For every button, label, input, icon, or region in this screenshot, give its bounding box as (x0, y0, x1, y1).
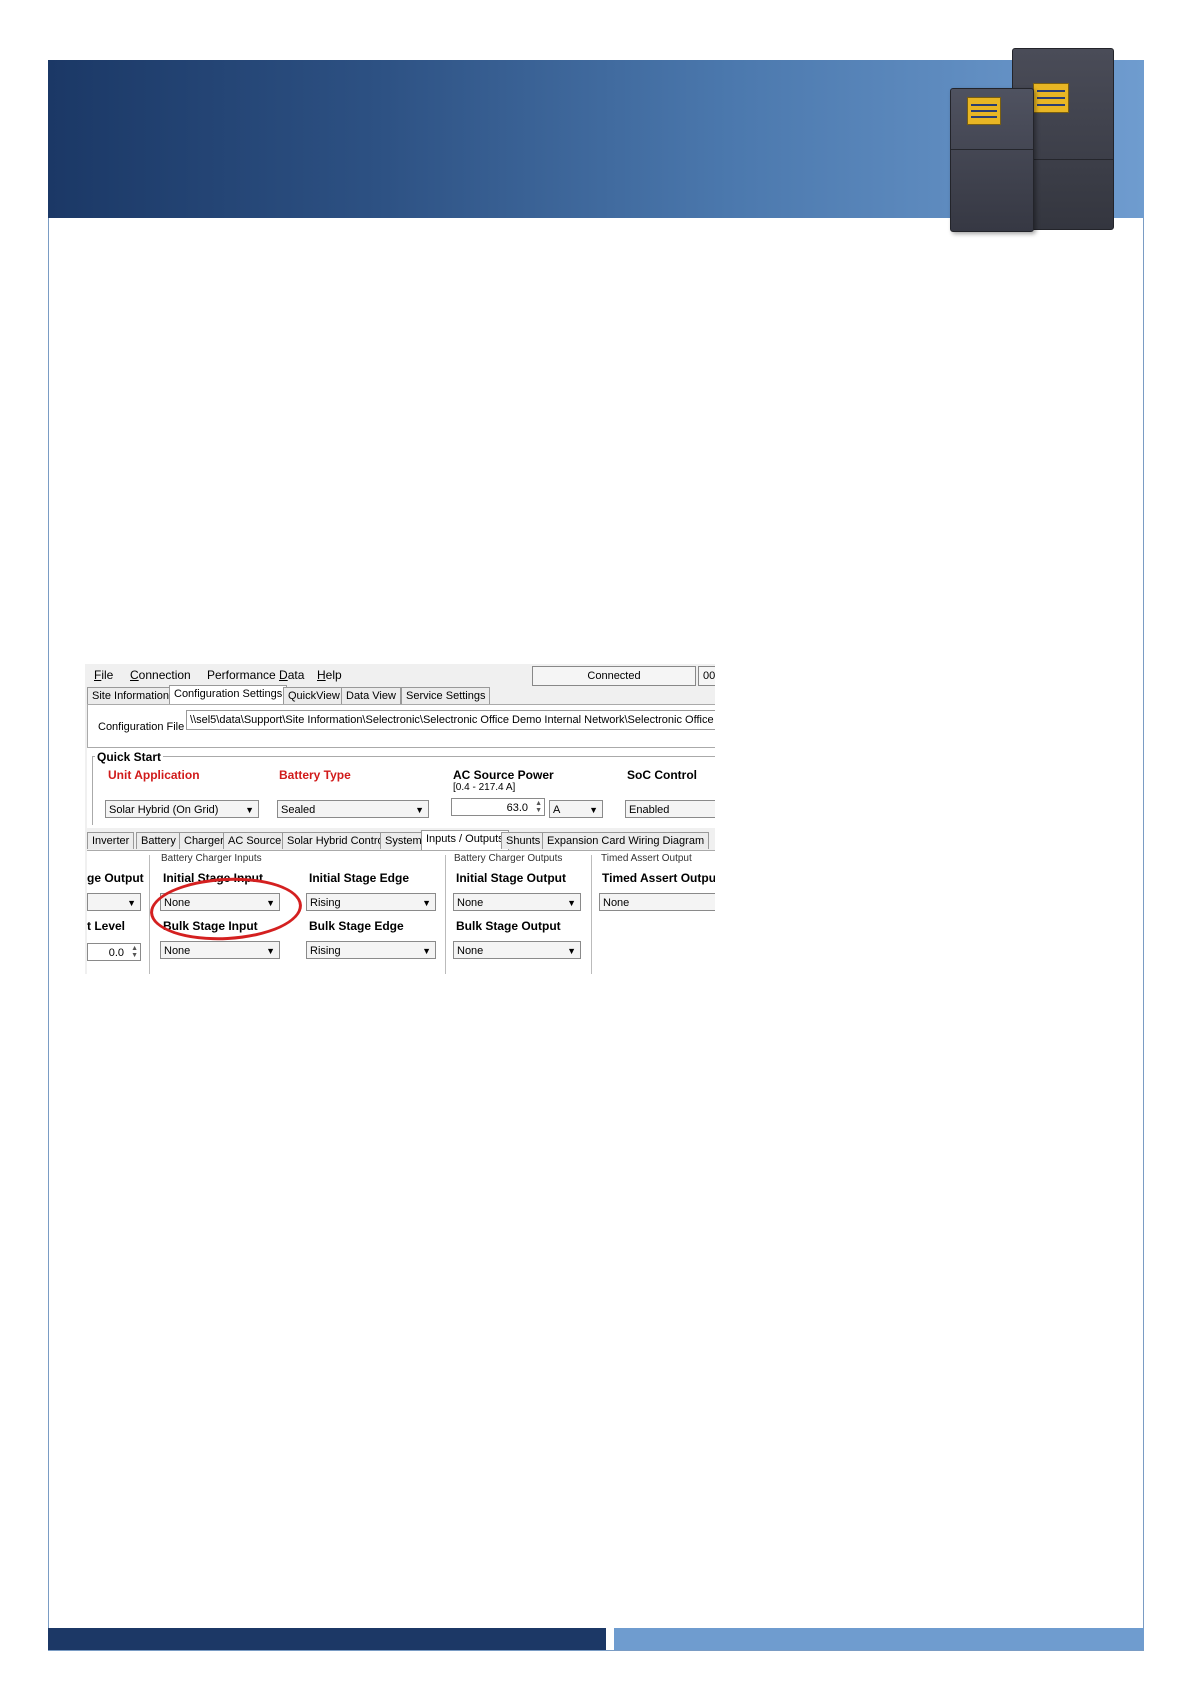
tab-battery[interactable]: Battery (136, 832, 181, 849)
chevron-down-icon: ▼ (567, 898, 576, 908)
charger-outputs-title: Battery Charger Outputs (454, 853, 563, 864)
tab-data-view[interactable]: Data View (341, 687, 401, 704)
timed-assert-output-select[interactable]: None (599, 893, 715, 911)
inverter-unit-small (950, 88, 1034, 232)
chevron-down-icon: ▼ (567, 946, 576, 956)
unit-application-select[interactable]: Solar Hybrid (On Grid) ▼ (105, 800, 259, 818)
spinner-icon[interactable]: ▲ ▼ (535, 800, 542, 814)
timed-assert-output-label: Timed Assert Output (602, 871, 715, 885)
battery-type-label: Battery Type (279, 768, 351, 782)
timed-assert-title: Timed Assert Output (601, 853, 692, 864)
menu-performance-data[interactable]: Performance Data (207, 668, 304, 682)
inverter-display-panel (1033, 83, 1069, 113)
tab-shunts[interactable]: Shunts (501, 832, 546, 849)
tab-quickview[interactable]: QuickView (283, 687, 345, 704)
chevron-down-icon: ▼ (415, 805, 424, 815)
initial-stage-edge-select[interactable]: Rising ▼ (306, 893, 436, 911)
bulk-stage-input-select[interactable]: None ▼ (160, 941, 280, 959)
connection-status: Connected (532, 666, 696, 686)
soc-control-label: SoC Control (627, 768, 697, 782)
tab-configuration-settings[interactable]: Configuration Settings (169, 685, 288, 705)
partial-level-input[interactable]: 0.0 ▲ ▼ (87, 943, 141, 961)
tab-charger[interactable]: Charger (179, 832, 229, 849)
tab-system[interactable]: System (380, 832, 427, 849)
initial-stage-edge-label: Initial Stage Edge (309, 871, 410, 885)
chevron-down-icon: ▼ (245, 805, 254, 815)
partial-output-label: ge Output (87, 871, 144, 885)
bulk-stage-edge-label: Bulk Stage Edge (309, 919, 404, 933)
bulk-stage-edge-select[interactable]: Rising ▼ (306, 941, 436, 959)
bulk-stage-output-select[interactable]: None ▼ (453, 941, 581, 959)
quick-start-section: Quick Start Unit Application Solar Hybri… (87, 748, 715, 828)
menu-help[interactable]: Help (317, 668, 342, 682)
inverter-product-image (948, 48, 1118, 234)
chevron-down-icon: ▼ (127, 898, 136, 908)
tab-inputs-outputs[interactable]: Inputs / Outputs (421, 830, 509, 850)
unit-application-label: Unit Application (108, 768, 200, 782)
ac-source-unit-select[interactable]: A ▼ (549, 800, 603, 818)
bulk-stage-output-label: Bulk Stage Output (456, 919, 561, 933)
ac-source-power-label: AC Source Power (453, 768, 554, 782)
partial-level-label: t Level (87, 919, 126, 933)
initial-stage-output-select[interactable]: None ▼ (453, 893, 581, 911)
chevron-down-icon: ▼ (589, 805, 598, 815)
footer-band-right (614, 1628, 1144, 1650)
footer-band-left (48, 1628, 606, 1650)
tab-ac-source[interactable]: AC Source (223, 832, 287, 849)
soc-control-select[interactable]: Enabled (625, 800, 715, 818)
charger-inputs-title: Battery Charger Inputs (161, 853, 262, 864)
config-file-label: Configuration File (98, 721, 185, 733)
ac-source-power-input[interactable]: 63.0 ▲ ▼ (451, 798, 545, 816)
partial-output-select[interactable]: ▼ (87, 893, 141, 911)
menu-bar: File Connection Performance Data Help Co… (85, 664, 715, 686)
ac-source-power-range: [0.4 - 217.4 A] (453, 782, 516, 793)
chevron-down-icon: ▼ (422, 898, 431, 908)
tab-expansion-card-wiring-diagram[interactable]: Expansion Card Wiring Diagram (542, 832, 710, 849)
status-box-secondary: 00 (698, 666, 715, 686)
menu-connection[interactable]: Connection (130, 668, 191, 682)
tab-site-information[interactable]: Site Information (87, 687, 175, 704)
quick-start-title: Quick Start (95, 750, 164, 764)
tab-service-settings[interactable]: Service Settings (401, 687, 491, 704)
menu-file[interactable]: File (94, 668, 113, 682)
tab-solar-hybrid-control[interactable]: Solar Hybrid Control (282, 832, 392, 849)
config-file-path[interactable]: \\sel5\data\Support\Site Information\Sel… (186, 710, 715, 730)
tab-inverter[interactable]: Inverter (87, 832, 135, 849)
config-file-panel: Configuration File \\sel5\data\Support\S… (87, 704, 715, 748)
chevron-down-icon: ▼ (266, 946, 275, 956)
chevron-down-icon: ▼ (422, 946, 431, 956)
initial-stage-output-label: Initial Stage Output (456, 871, 566, 885)
battery-type-select[interactable]: Sealed ▼ (277, 800, 429, 818)
inverter-display-panel (967, 97, 1001, 125)
spinner-icon[interactable]: ▲ ▼ (131, 945, 138, 959)
